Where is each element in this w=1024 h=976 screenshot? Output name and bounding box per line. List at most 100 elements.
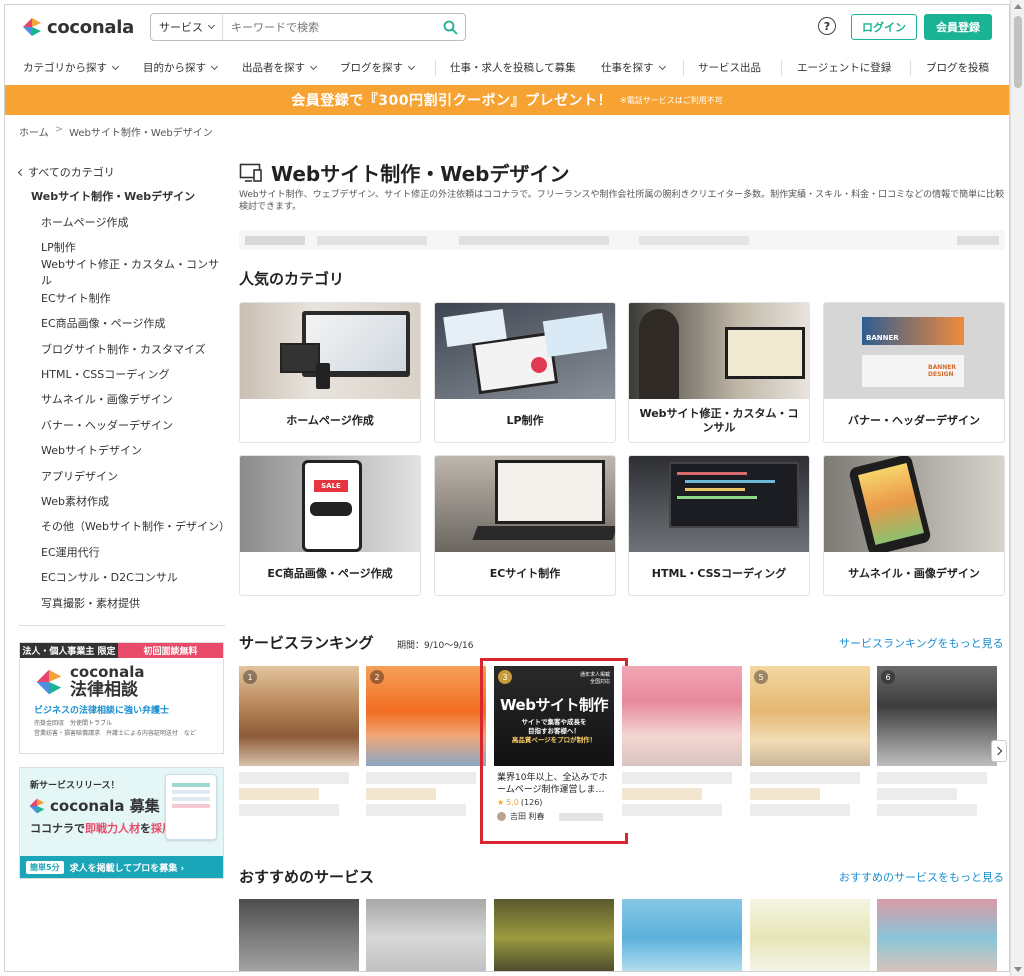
laptop-shape bbox=[280, 343, 320, 373]
breadcrumb: ホーム > Webサイト制作・Webデザイン bbox=[19, 124, 213, 139]
blurred-subcategory-strip bbox=[239, 230, 1005, 250]
law-ad-title: 法律相談 bbox=[70, 680, 138, 700]
nav-find-job[interactable]: 仕事を探す bbox=[601, 60, 666, 75]
nav-purpose[interactable]: 目的から探す bbox=[143, 60, 219, 75]
signup-button[interactable]: 会員登録 bbox=[924, 14, 992, 40]
category-card-lp[interactable]: LP制作 bbox=[434, 302, 616, 443]
chart-shape bbox=[531, 357, 547, 373]
ranking-image: 5 bbox=[750, 666, 870, 766]
recommend-more-link[interactable]: おすすめのサービスをもっと見る bbox=[839, 869, 1004, 885]
category-card-html-css[interactable]: HTML・CSSコーディング bbox=[628, 455, 810, 596]
category-label: HTML・CSSコーディング bbox=[651, 567, 787, 580]
search-input[interactable] bbox=[223, 14, 435, 40]
sidebar-item[interactable]: ECサイト制作 bbox=[19, 285, 225, 310]
chevron-down-icon bbox=[309, 62, 318, 70]
ranking-card[interactable]: 5 bbox=[750, 666, 870, 833]
scroll-up-arrow-icon[interactable] bbox=[1014, 4, 1022, 9]
category-image-lp bbox=[435, 303, 615, 399]
nav-blog[interactable]: ブログを探す bbox=[340, 60, 416, 75]
sidebar-item[interactable]: Webサイトデザイン bbox=[19, 438, 225, 463]
blur-line bbox=[239, 788, 319, 800]
sidebar-back-label: すべてのカテゴリ bbox=[28, 166, 115, 179]
logo[interactable]: coconala bbox=[21, 16, 134, 38]
recommend-card[interactable] bbox=[750, 899, 870, 971]
nav-post-job[interactable]: 仕事・求人を投稿して募集 bbox=[450, 60, 576, 75]
search-button[interactable] bbox=[435, 14, 465, 40]
sidebar-current-category[interactable]: Webサイト制作・Webデザイン bbox=[19, 183, 225, 209]
sidebar-back-link[interactable]: すべてのカテゴリ bbox=[17, 161, 225, 183]
sidebar-item[interactable]: ECコンサル・D2Cコンサル bbox=[19, 564, 225, 589]
chevron-down-icon bbox=[111, 62, 120, 70]
blurred-card-text bbox=[750, 772, 870, 816]
code-line bbox=[685, 488, 745, 491]
breadcrumb-separator: > bbox=[54, 124, 64, 135]
search-icon bbox=[443, 20, 457, 34]
recommend-card[interactable] bbox=[494, 899, 614, 971]
recruit-ad[interactable]: 新サービスリリース！ coconala 募集 ココナラで即戦力人材を採用 簡単5… bbox=[19, 767, 224, 879]
sidebar-item[interactable]: その他（Webサイト制作・デザイン） bbox=[19, 514, 230, 539]
ranking-next-button[interactable] bbox=[991, 740, 1007, 762]
chevron-down-icon bbox=[407, 62, 416, 70]
recommend-card[interactable] bbox=[622, 899, 742, 971]
blurred-card-text bbox=[366, 772, 486, 816]
law-ad-note-2: 営業妨害・損害賠償請求 弁護士による内容証明送付 など bbox=[34, 730, 196, 737]
ranking-card[interactable]: 1 bbox=[239, 666, 359, 833]
search-category-select[interactable]: サービス bbox=[151, 14, 223, 40]
law-ad-tag: 法人・個人事業主 限定 bbox=[20, 643, 118, 658]
login-button[interactable]: ログイン bbox=[851, 14, 917, 40]
nav-divider bbox=[683, 60, 684, 76]
banner-note: ※電話サービスはご利用不可 bbox=[620, 95, 723, 105]
help-icon[interactable]: ? bbox=[818, 17, 836, 35]
scroll-down-arrow-icon[interactable] bbox=[1014, 967, 1022, 972]
category-card-ec-site[interactable]: ECサイト制作 bbox=[434, 455, 616, 596]
mock-line bbox=[172, 804, 210, 808]
header: coconala サービス ? ログイン 会員登録 bbox=[5, 5, 1009, 49]
page-title-row: Webサイト制作・Webデザイン bbox=[239, 158, 569, 187]
recommend-heading: おすすめのサービス bbox=[239, 868, 375, 886]
sidebar-item[interactable]: アプリデザイン bbox=[19, 463, 225, 488]
nav-seller[interactable]: 出品者を探す bbox=[242, 60, 318, 75]
ranking-card[interactable]: 6 bbox=[877, 666, 997, 833]
nav-agent[interactable]: エージェントに登録 bbox=[797, 60, 891, 75]
nav-post-blog[interactable]: ブログを投稿 bbox=[926, 60, 989, 75]
sidebar-item[interactable]: ホームページ作成 bbox=[19, 209, 225, 234]
sidebar-item[interactable]: EC商品画像・ページ作成 bbox=[19, 311, 225, 336]
sidebar-item[interactable]: EC運用代行 bbox=[19, 539, 225, 564]
promo-banner[interactable]: 会員登録で『300円割引クーポン』プレゼント！ ※電話サービスはご利用不可 bbox=[5, 85, 1009, 115]
ranking-card[interactable] bbox=[622, 666, 742, 833]
nav-label: 仕事・求人を投稿して募集 bbox=[450, 62, 576, 74]
recommend-card[interactable] bbox=[877, 899, 997, 971]
scrollbar-thumb[interactable] bbox=[1014, 16, 1022, 88]
category-card-homepage[interactable]: ホームページ作成 bbox=[239, 302, 421, 443]
nav-category[interactable]: カテゴリから探す bbox=[23, 60, 120, 75]
recommend-card[interactable] bbox=[366, 899, 486, 971]
recommend-card[interactable] bbox=[239, 899, 359, 971]
breadcrumb-home[interactable]: ホーム bbox=[19, 124, 49, 139]
sidebar-item[interactable]: バナー・ヘッダーデザイン bbox=[19, 412, 225, 437]
category-card-ec-image[interactable]: SALE EC商品画像・ページ作成 bbox=[239, 455, 421, 596]
sidebar-item[interactable]: Webサイト修正・カスタム・コンサル bbox=[19, 258, 225, 287]
sidebar-item[interactable]: ブログサイト制作・カスタマイズ bbox=[19, 336, 225, 361]
sidebar-item[interactable]: HTML・CSSコーディング bbox=[19, 361, 225, 386]
category-label: LP制作 bbox=[506, 414, 544, 427]
nav-label: 出品者を探す bbox=[242, 62, 305, 74]
blur-line bbox=[750, 804, 850, 816]
page-scrollbar[interactable] bbox=[1010, 0, 1024, 976]
ranking-card[interactable]: 2 bbox=[366, 666, 486, 833]
nav-sell-service[interactable]: サービス出品 bbox=[698, 60, 761, 75]
sidebar-item[interactable]: 写真撮影・素材提供 bbox=[19, 590, 225, 615]
sidebar-item[interactable]: Web素材作成 bbox=[19, 488, 225, 513]
nav-divider bbox=[435, 60, 436, 76]
sale-tag: SALE bbox=[314, 480, 348, 492]
category-card-thumbnail[interactable]: サムネイル・画像デザイン bbox=[823, 455, 1005, 596]
category-card-banner[interactable]: BANNER BANNER DESIGN バナー・ヘッダーデザイン bbox=[823, 302, 1005, 443]
recruit-ad-cta-bar: 簡単5分 求人を掲載してプロを募集 › bbox=[20, 856, 223, 878]
law-consult-ad[interactable]: 法人・個人事業主 限定 初回面談無料 coconala 法律相談 ビジネスの法律… bbox=[19, 642, 224, 754]
nav-label: 目的から探す bbox=[143, 62, 206, 74]
rank-number: 6 bbox=[881, 670, 895, 684]
sidebar-item[interactable]: サムネイル・画像デザイン bbox=[19, 387, 225, 412]
category-image-site-fix bbox=[629, 303, 809, 399]
ranking-more-link[interactable]: サービスランキングをもっと見る bbox=[839, 635, 1004, 651]
ranking-image bbox=[622, 666, 742, 766]
category-card-site-fix[interactable]: Webサイト修正・カスタム・コンサル bbox=[628, 302, 810, 443]
